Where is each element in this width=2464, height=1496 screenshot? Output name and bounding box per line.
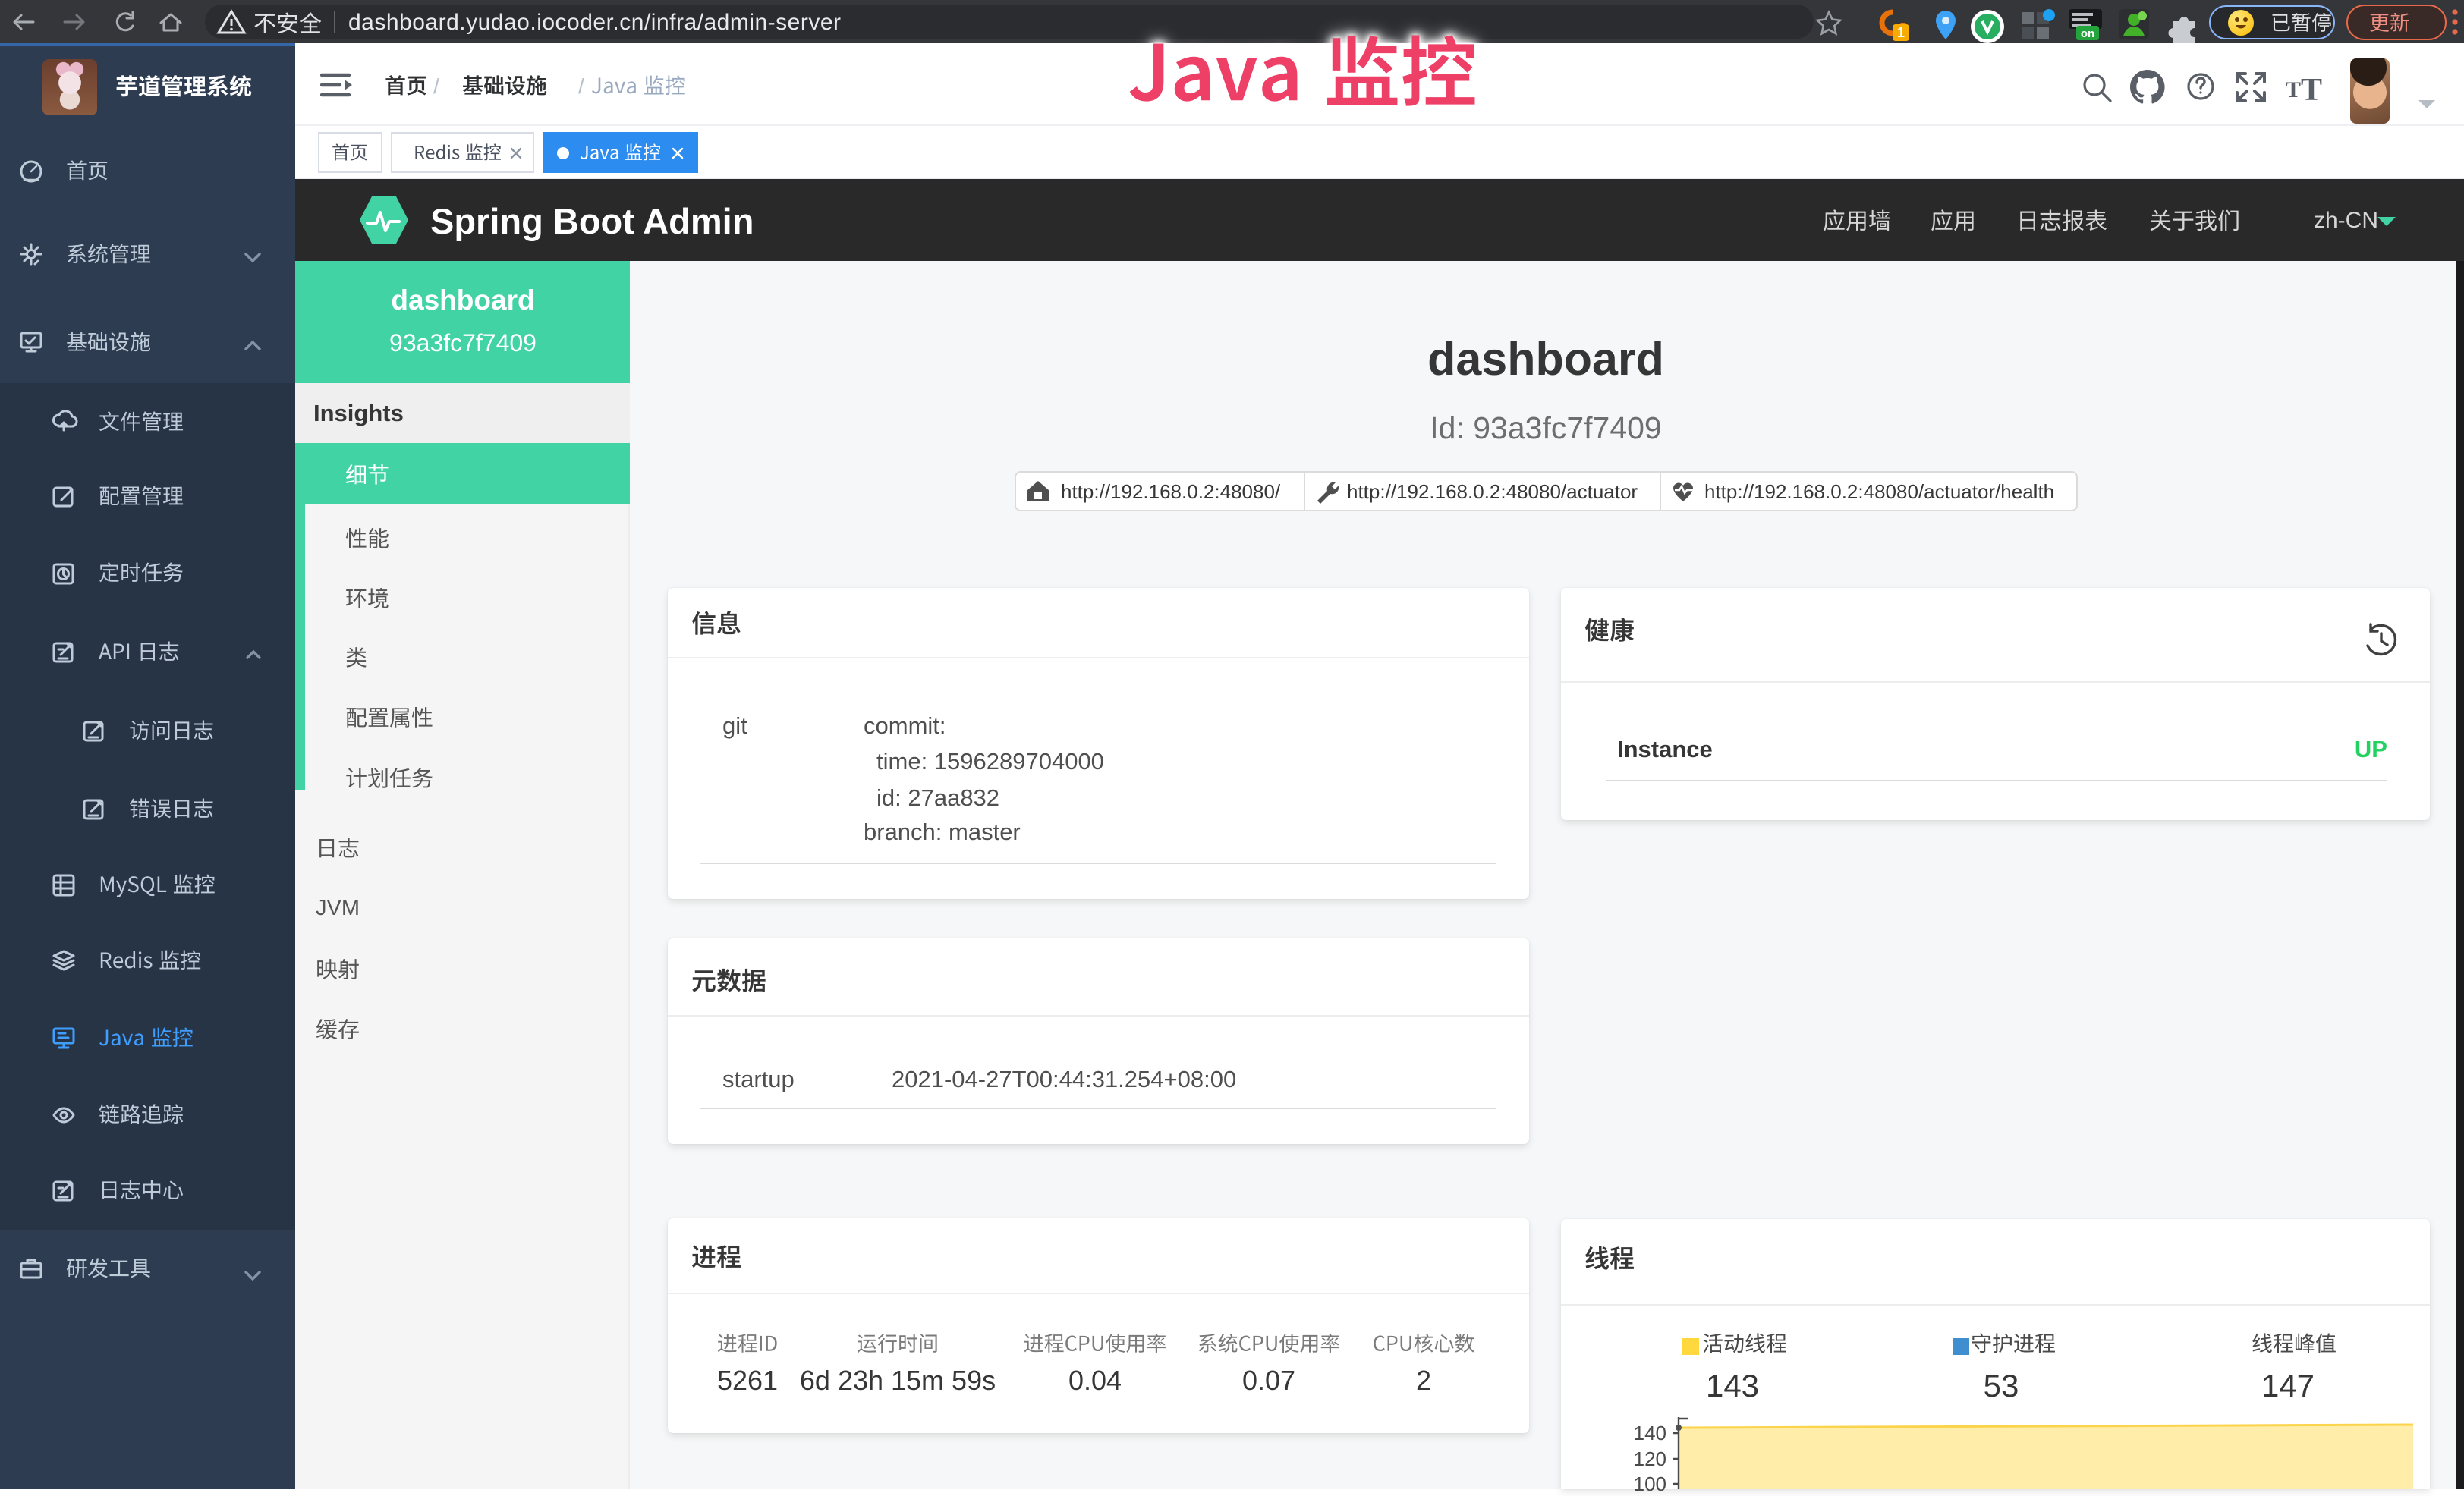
svg-text:on: on xyxy=(2081,27,2094,40)
svg-text:T: T xyxy=(2301,73,2322,108)
svg-text:1: 1 xyxy=(1897,25,1905,40)
svg-text:T: T xyxy=(2286,77,2301,102)
